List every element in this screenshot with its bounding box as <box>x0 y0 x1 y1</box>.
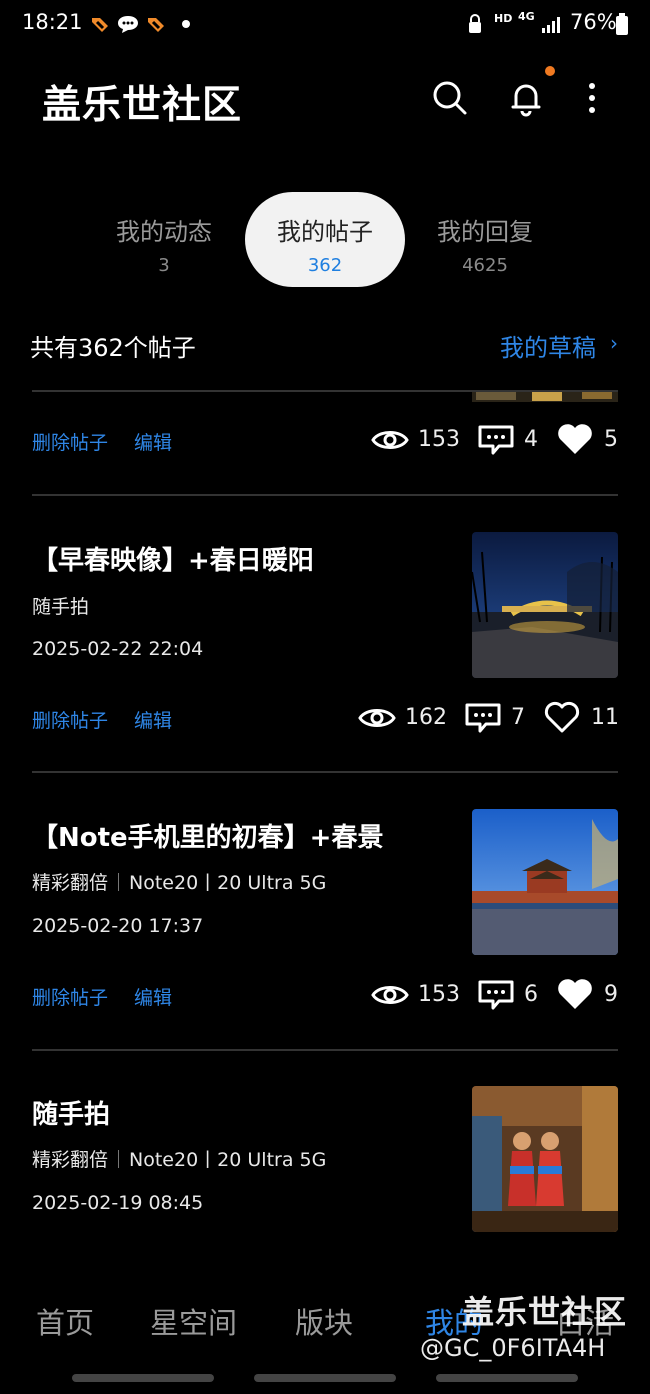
edit-post-button[interactable]: 编辑 <box>134 706 172 733</box>
tab-my-activity[interactable]: 我的动态 3 <box>84 192 244 287</box>
post-title[interactable]: 随手拍 <box>32 1094 110 1131</box>
delete-post-button[interactable]: 删除帖子 <box>32 983 108 1010</box>
like-count: 9 <box>604 982 618 1007</box>
tab-count: 3 <box>158 255 170 276</box>
post-category: 随手拍 <box>32 592 89 619</box>
post-category: 精彩翻倍 Note20丨20 Ultra 5G <box>32 868 326 895</box>
post-date: 2025-02-20 17:37 <box>32 915 204 937</box>
heart-filled-icon[interactable] <box>556 422 594 456</box>
notification-badge <box>545 66 555 76</box>
heart-filled-icon[interactable] <box>556 977 594 1011</box>
eye-icon <box>358 709 396 727</box>
like-count: 5 <box>604 427 618 452</box>
like-count: 11 <box>591 705 619 730</box>
battery-icon <box>616 13 628 35</box>
separator <box>118 873 120 891</box>
comment-count: 6 <box>524 982 538 1007</box>
post-title[interactable]: 【早春映像】+春日暖阳 <box>32 540 314 577</box>
device-tag: Note20丨20 Ultra 5G <box>129 1149 327 1171</box>
category-label: 精彩翻倍 <box>32 872 109 894</box>
post-count-label: 共有362个帖子 <box>30 334 196 362</box>
view-count: 153 <box>418 982 460 1007</box>
comment-icon[interactable] <box>477 979 515 1011</box>
gesture-bar <box>72 1374 214 1382</box>
comment-icon[interactable] <box>464 702 502 734</box>
tab-label: 我的帖子 <box>277 218 373 246</box>
watermark-title: 盖乐世社区 <box>462 1293 628 1331</box>
night-bridge-photo <box>472 532 618 678</box>
more-options-icon[interactable] <box>572 78 612 118</box>
post-title[interactable]: 【Note手机里的初春】+春景 <box>32 817 383 854</box>
signal-icon <box>542 17 560 33</box>
tab-count: 4625 <box>462 255 508 276</box>
delete-post-button[interactable]: 删除帖子 <box>32 706 108 733</box>
edit-post-button[interactable]: 编辑 <box>134 983 172 1010</box>
post-date: 2025-02-22 22:04 <box>32 638 204 660</box>
view-count: 162 <box>405 705 447 730</box>
eye-icon <box>371 431 409 449</box>
divider <box>32 494 618 496</box>
drafts-link[interactable]: 我的草稿 <box>500 328 596 363</box>
gesture-bar <box>254 1374 396 1382</box>
app-notification-icon <box>92 18 108 32</box>
nav-star-space[interactable]: 星空间 <box>150 1300 237 1342</box>
nav-forums[interactable]: 版块 <box>295 1300 353 1342</box>
tab-my-posts[interactable]: 我的帖子 362 <box>245 192 405 287</box>
view-count: 153 <box>418 427 460 452</box>
bell-icon[interactable] <box>506 78 546 118</box>
post-thumbnail[interactable] <box>472 1086 618 1232</box>
post-category: 精彩翻倍 Note20丨20 Ultra 5G <box>32 1145 326 1172</box>
hd-indicator: HD <box>494 12 513 25</box>
page-title: 盖乐世社区 <box>42 83 243 128</box>
message-icon <box>118 16 138 33</box>
tab-count: 362 <box>307 255 343 276</box>
eye-icon <box>371 986 409 1004</box>
heart-outline-icon[interactable] <box>543 700 581 734</box>
post-thumbnail[interactable] <box>472 809 618 955</box>
app-notification-icon <box>148 18 164 32</box>
tab-label: 我的回复 <box>437 218 533 246</box>
status-time: 18:21 <box>22 10 83 34</box>
post-thumbnail[interactable] <box>472 392 618 402</box>
more-notifications-dot-icon <box>182 20 190 28</box>
nav-home[interactable]: 首页 <box>36 1300 94 1342</box>
divider <box>32 1049 618 1051</box>
network-type: 4G <box>518 10 535 23</box>
comment-count: 7 <box>511 705 525 730</box>
post-thumbnail[interactable] <box>472 532 618 678</box>
battery-percent: 76% <box>570 10 617 34</box>
gesture-bar <box>436 1374 578 1382</box>
comment-icon[interactable] <box>477 424 515 456</box>
chevron-right-icon: › <box>610 331 618 355</box>
status-bar: 18:21 HD 4G 76% <box>0 0 650 50</box>
search-icon[interactable] <box>430 78 470 118</box>
tab-my-replies[interactable]: 我的回复 4625 <box>405 192 565 287</box>
separator <box>118 1150 120 1168</box>
divider <box>32 771 618 773</box>
performers-photo <box>472 1086 618 1232</box>
palace-photo <box>472 809 618 955</box>
category-label: 精彩翻倍 <box>32 1149 109 1171</box>
lock-icon <box>469 14 481 33</box>
category-label: 随手拍 <box>32 596 90 618</box>
watermark-user: @GC_0F6ITA4H <box>420 1334 606 1362</box>
edit-post-button[interactable]: 编辑 <box>134 428 172 455</box>
comment-count: 4 <box>524 427 538 452</box>
device-tag: Note20丨20 Ultra 5G <box>129 872 327 894</box>
tab-label: 我的动态 <box>116 218 212 246</box>
post-date: 2025-02-19 08:45 <box>32 1192 204 1214</box>
delete-post-button[interactable]: 删除帖子 <box>32 428 108 455</box>
